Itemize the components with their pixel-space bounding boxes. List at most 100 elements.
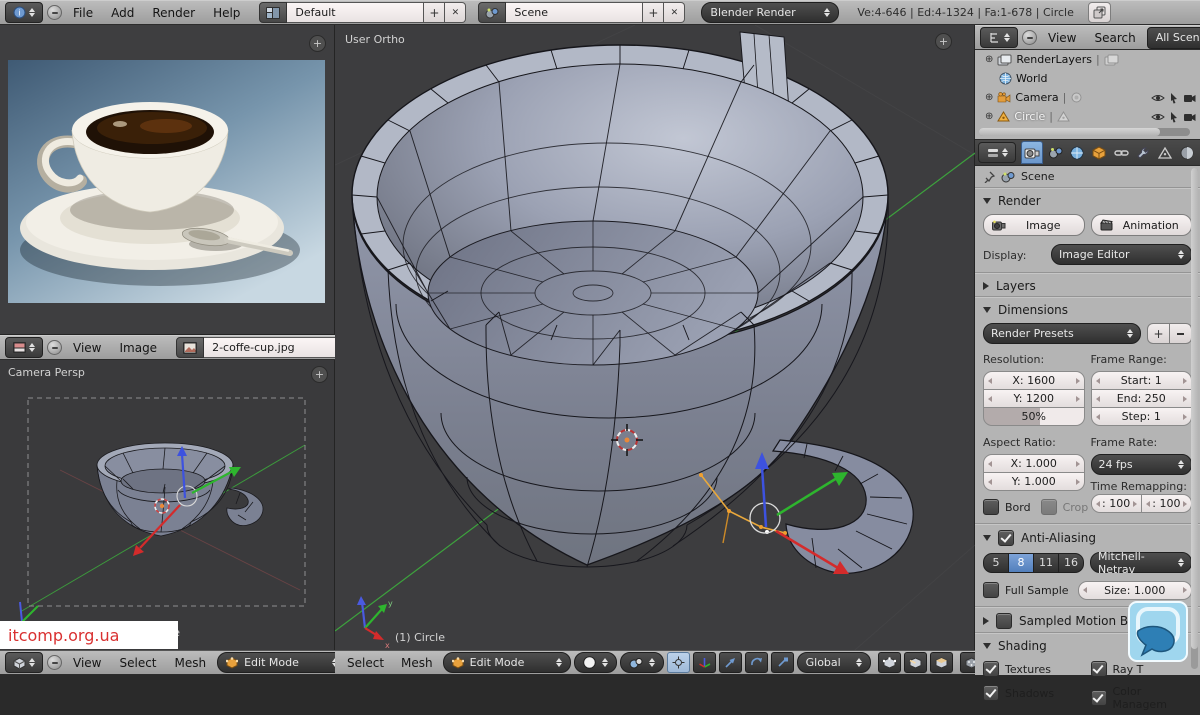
scene-datablock-icon[interactable] bbox=[478, 2, 507, 23]
collapse-menus-icon[interactable] bbox=[1022, 30, 1037, 45]
menu-mesh[interactable]: Mesh bbox=[168, 654, 214, 672]
limit-to-visible-toggle[interactable] bbox=[959, 652, 975, 673]
resolution-x-field[interactable]: X: 1600 bbox=[983, 371, 1085, 390]
expand-icon[interactable]: ⊕ bbox=[985, 54, 993, 65]
aa-samples-11-button[interactable]: 11 bbox=[1033, 552, 1059, 573]
full-sample-checkbox[interactable] bbox=[983, 582, 999, 598]
menu-select[interactable]: Select bbox=[340, 654, 391, 672]
aa-size-field[interactable]: Size: 1.000 bbox=[1077, 580, 1192, 600]
scene-delete-button[interactable] bbox=[664, 2, 686, 23]
menu-add[interactable]: Add bbox=[104, 4, 141, 22]
tab-object[interactable] bbox=[1089, 142, 1109, 163]
preset-add-button[interactable] bbox=[1147, 323, 1170, 344]
mode-select[interactable]: Edit Mode bbox=[442, 652, 571, 673]
aa-samples-16-button[interactable]: 16 bbox=[1058, 552, 1084, 573]
outliner-type-selector[interactable] bbox=[980, 27, 1018, 48]
render-animation-button[interactable]: Animation bbox=[1090, 214, 1192, 236]
camera-3d-viewport[interactable]: y Camera Persp (1) Circle bbox=[0, 360, 335, 650]
image-name[interactable]: 2-coffe-cup.jpg bbox=[204, 337, 335, 358]
window-duplicate-button[interactable] bbox=[1087, 2, 1111, 23]
render-engine-select[interactable]: Blender Render bbox=[701, 2, 840, 23]
anti-aliasing-panel-header[interactable]: Anti-Aliasing bbox=[975, 524, 1200, 550]
edge-select-button[interactable] bbox=[903, 652, 927, 673]
menu-help[interactable]: Help bbox=[206, 4, 247, 22]
menu-render[interactable]: Render bbox=[145, 4, 202, 22]
viewport-shading-select[interactable] bbox=[573, 652, 617, 673]
shadows-checkbox[interactable] bbox=[983, 685, 999, 701]
frame-rate-select[interactable]: 24 fps bbox=[1090, 454, 1192, 475]
pin-icon[interactable] bbox=[983, 171, 995, 183]
aa-samples-5-button[interactable]: 5 bbox=[983, 552, 1009, 573]
menu-search[interactable]: Search bbox=[1087, 29, 1142, 47]
collapse-menus-icon[interactable] bbox=[47, 655, 62, 670]
crop-checkbox[interactable] bbox=[1040, 499, 1057, 515]
visibility-eye-icon[interactable] bbox=[1151, 93, 1165, 103]
outliner-row-renderlayers[interactable]: ⊕ RenderLayers | bbox=[975, 50, 1200, 69]
screen-layout-icon[interactable] bbox=[259, 2, 288, 23]
outliner-row-circle[interactable]: ⊕ Circle | bbox=[975, 107, 1200, 126]
vertex-select-button[interactable] bbox=[877, 652, 901, 673]
image-editor-type-selector[interactable] bbox=[5, 337, 43, 358]
frame-start-field[interactable]: Start: 1 bbox=[1090, 371, 1192, 390]
pivot-point-select[interactable] bbox=[619, 652, 664, 673]
tab-render[interactable] bbox=[1021, 141, 1043, 164]
axis-tripod-button[interactable] bbox=[692, 652, 716, 673]
menu-view[interactable]: View bbox=[66, 339, 108, 357]
tab-scene[interactable] bbox=[1045, 142, 1065, 163]
main-view-panel-toggle[interactable] bbox=[935, 33, 952, 50]
preset-remove-button[interactable] bbox=[1169, 323, 1192, 344]
layers-panel-header[interactable]: Layers bbox=[975, 273, 1200, 297]
motion-blur-checkbox[interactable] bbox=[996, 613, 1012, 629]
menu-file[interactable]: File bbox=[66, 4, 100, 22]
render-image-button[interactable]: Image bbox=[983, 214, 1085, 236]
dimensions-panel-header[interactable]: Dimensions bbox=[975, 297, 1200, 321]
outliner-horizontal-scrollbar[interactable] bbox=[979, 128, 1190, 136]
renderability-camera-icon[interactable] bbox=[1183, 112, 1196, 122]
properties-vertical-scrollbar[interactable] bbox=[1191, 168, 1198, 669]
screen-layout-delete-button[interactable] bbox=[445, 2, 467, 23]
scene-name[interactable]: Scene bbox=[506, 2, 644, 23]
main-3d-viewport[interactable]: y x User Ortho (1) Circle bbox=[335, 25, 975, 650]
render-panel-header[interactable]: Render bbox=[975, 188, 1200, 212]
resolution-y-field[interactable]: Y: 1200 bbox=[983, 389, 1085, 408]
anti-aliasing-checkbox[interactable] bbox=[998, 530, 1014, 546]
collapse-menus-icon[interactable] bbox=[47, 340, 62, 355]
tab-object-data[interactable] bbox=[1155, 142, 1175, 163]
tab-modifiers[interactable] bbox=[1133, 142, 1153, 163]
expand-icon[interactable]: ⊕ bbox=[985, 111, 993, 122]
cam-view-panel-toggle[interactable] bbox=[311, 366, 328, 383]
frame-end-field[interactable]: End: 250 bbox=[1090, 389, 1192, 408]
remap-new-field[interactable]: : 100 bbox=[1140, 494, 1192, 513]
3dview-editor-type-selector[interactable] bbox=[5, 652, 43, 673]
editor-type-selector[interactable]: i bbox=[5, 2, 43, 23]
menu-view[interactable]: View bbox=[1041, 29, 1083, 47]
resolution-percentage-slider[interactable]: 50% bbox=[983, 407, 1085, 426]
tab-world[interactable] bbox=[1067, 142, 1087, 163]
aspect-x-field[interactable]: X: 1.000 bbox=[983, 454, 1085, 473]
translate-manipulator-button[interactable] bbox=[718, 652, 742, 673]
transform-orientation-select[interactable]: Global bbox=[796, 652, 871, 673]
outliner-row-camera[interactable]: ⊕ Camera | bbox=[975, 88, 1200, 107]
expand-icon[interactable]: ⊕ bbox=[985, 92, 993, 103]
manipulator-toggle[interactable] bbox=[666, 652, 690, 673]
tab-material[interactable] bbox=[1177, 142, 1197, 163]
outliner-row-world[interactable]: World bbox=[975, 69, 1200, 88]
properties-type-selector[interactable] bbox=[978, 142, 1016, 163]
ref-view-panel-toggle[interactable] bbox=[309, 35, 326, 52]
renderability-camera-icon[interactable] bbox=[1183, 93, 1196, 103]
tab-constraints[interactable] bbox=[1111, 142, 1131, 163]
screen-layout-add-button[interactable] bbox=[424, 2, 446, 23]
screen-layout-name[interactable]: Default bbox=[287, 2, 425, 23]
display-select[interactable]: Image Editor bbox=[1051, 244, 1192, 265]
border-checkbox[interactable] bbox=[983, 499, 999, 515]
menu-image[interactable]: Image bbox=[112, 339, 164, 357]
collapse-menus-icon[interactable] bbox=[47, 5, 62, 20]
image-datablock-icon[interactable] bbox=[176, 337, 205, 358]
selectability-cursor-icon[interactable] bbox=[1169, 92, 1179, 104]
aa-samples-8-button[interactable]: 8 bbox=[1008, 552, 1034, 573]
rotate-manipulator-button[interactable] bbox=[744, 652, 768, 673]
frame-step-field[interactable]: Step: 1 bbox=[1090, 407, 1192, 426]
menu-mesh[interactable]: Mesh bbox=[394, 654, 440, 672]
display-filter-select[interactable]: All Scenes bbox=[1146, 26, 1200, 49]
remap-old-field[interactable]: : 100 bbox=[1090, 494, 1142, 513]
